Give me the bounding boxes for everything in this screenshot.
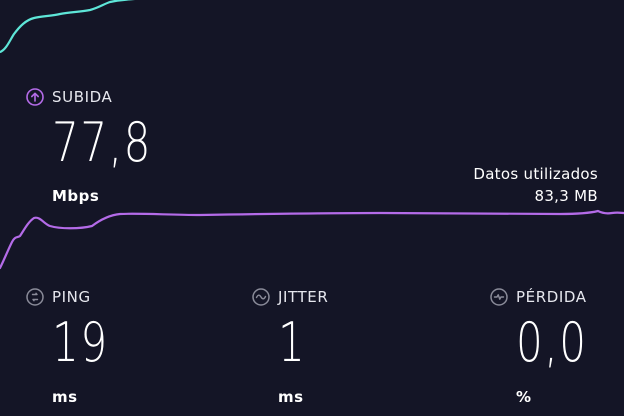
ping-icon [26,288,44,306]
packet-loss-label-row: PÉRDIDA [490,288,587,306]
download-speed-line [0,0,135,54]
jitter-value: 1 [278,311,307,374]
jitter-label-row: JITTER [252,288,328,306]
packet-loss-unit: % [516,388,532,406]
data-used-label: Datos utilizados [473,165,598,183]
upload-speed-graph [0,209,624,270]
ping-label: PING [52,288,91,306]
upload-speed-value: 77,8 [52,111,153,174]
ping-value: 19 [52,311,109,374]
upload-speed-line [0,209,624,270]
ping-unit: ms [52,388,78,406]
upload-label: SUBIDA [52,88,113,106]
packet-loss-icon [490,288,508,306]
ping-label-row: PING [26,288,91,306]
packet-loss-label: PÉRDIDA [516,288,587,306]
jitter-icon [252,288,270,306]
upload-arrow-icon [26,88,44,106]
jitter-label: JITTER [278,288,329,306]
packet-loss-value: 0,0 [516,311,588,374]
download-speed-graph [0,0,135,54]
jitter-unit: ms [278,388,304,406]
upload-label-row: SUBIDA [26,88,112,106]
speedtest-result-screen: SUBIDA 77,8 Mbps Datos utilizados 83,3 M… [0,0,624,416]
